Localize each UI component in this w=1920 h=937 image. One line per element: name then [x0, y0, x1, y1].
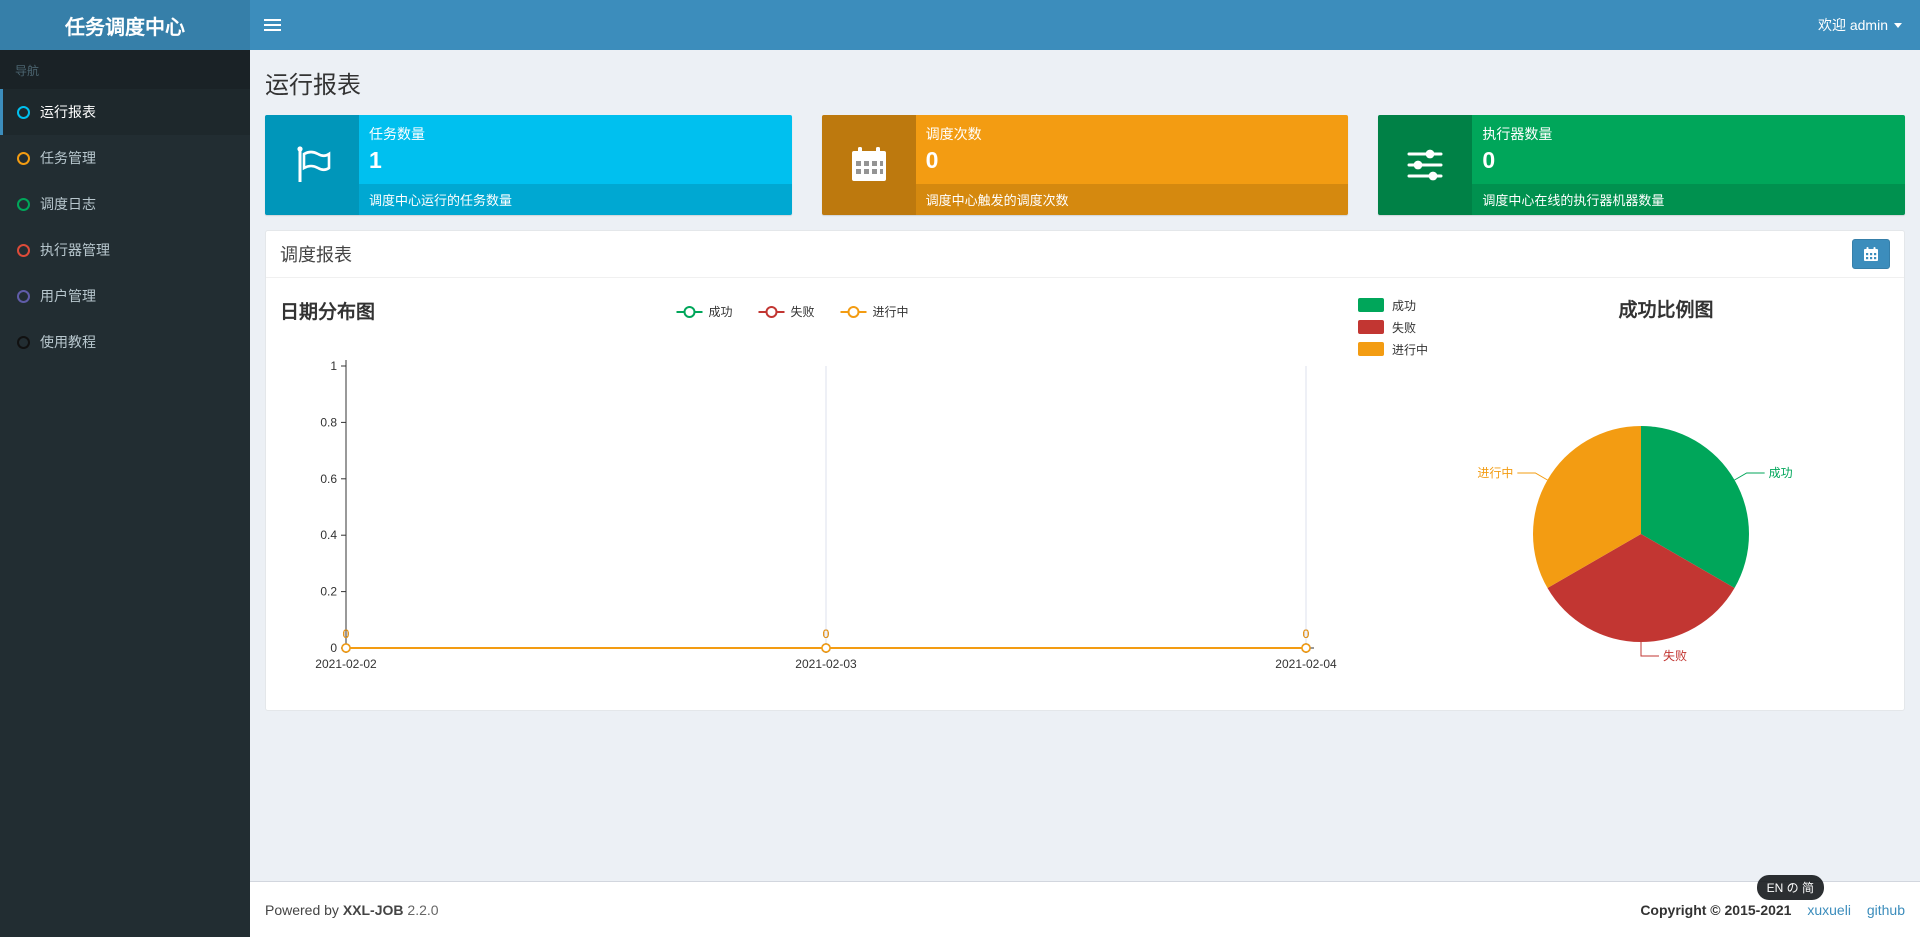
panel-title: 调度报表 [280, 245, 352, 265]
panel-header: 调度报表 [266, 231, 1904, 278]
svg-text:失败: 失败 [1663, 648, 1687, 663]
svg-text:进行中: 进行中 [873, 304, 909, 319]
svg-text:日期分布图: 日期分布图 [280, 300, 375, 323]
svg-text:2021-02-04: 2021-02-04 [1275, 657, 1337, 671]
sidebar-item-label: 调度日志 [40, 196, 96, 212]
info-box-description: 调度中心触发的调度次数 [915, 184, 1349, 215]
svg-text:失败: 失败 [1392, 320, 1416, 335]
sidebar-toggle-button[interactable] [250, 0, 295, 50]
info-box-value: 0 [1482, 147, 1496, 173]
info-box-executor-count: 执行器数量 0 调度中心在线的执行器机器数量 [1378, 115, 1906, 215]
svg-text:2021-02-03: 2021-02-03 [795, 657, 857, 671]
date-range-picker-button[interactable] [1852, 239, 1890, 269]
copyright-text: Copyright © 2015-2021 [1640, 901, 1792, 918]
svg-text:0: 0 [1303, 627, 1310, 641]
sidebar-item-label: 任务管理 [40, 150, 96, 166]
sidebar-item-run-report[interactable]: 运行报表 [0, 89, 250, 135]
circle-icon [17, 289, 30, 303]
footer-copyright: Copyright © 2015-2021 xuxueli github [1640, 902, 1905, 918]
svg-text:0.8: 0.8 [320, 415, 337, 429]
info-box-job-count: 任务数量 1 调度中心运行的任务数量 [265, 115, 792, 215]
date-distribution-chart: 日期分布图 成功 失败 进行中 0 0.2 0.4 0.6 0.8 1 2021-02-02 2021… [266, 286, 1346, 696]
circle-icon [17, 243, 30, 257]
sidebar-item-label: 运行报表 [40, 104, 96, 120]
svg-text:进行中: 进行中 [1392, 342, 1428, 357]
chevron-down-icon [1894, 22, 1902, 28]
sidebar-item-job-manage[interactable]: 任务管理 [0, 135, 250, 181]
sidebar-item-job-log[interactable]: 调度日志 [0, 181, 250, 227]
panel-body: 日期分布图 成功 失败 进行中 0 0.2 0.4 0.6 0.8 1 2021-02-02 2021… [266, 278, 1904, 710]
sidebar-item-label: 执行器管理 [40, 242, 110, 258]
link-xuxueli[interactable]: xuxueli [1807, 902, 1851, 918]
sidebar-nav-label: 导航 [0, 50, 250, 89]
svg-text:0: 0 [330, 641, 337, 655]
sidebar: 导航 运行报表 任务管理 调度日志 执行器管理 用户管理 使用教程 [0, 50, 250, 937]
user-dropdown[interactable]: 欢迎 admin [1800, 0, 1920, 50]
info-box-label: 调度次数 [925, 126, 982, 142]
hamburger-icon [264, 19, 281, 21]
brand-name: XXL-JOB [342, 901, 404, 918]
app-logo-title: 任务调度中心 [65, 16, 185, 39]
flag-icon [265, 115, 359, 215]
footer-powered-by: Powered by XXL-JOB 2.2.0 [265, 901, 439, 918]
link-github[interactable]: github [1867, 902, 1905, 918]
dispatch-report-panel: 调度报表 日期分布图 成功 失败 进行中 0 0.2 0.4 0.6 0.8 1 2021-02-0… [265, 230, 1905, 711]
top-navbar: 欢迎 admin [250, 0, 1920, 50]
info-box-description: 调度中心在线的执行器机器数量 [1472, 184, 1906, 215]
translate-extension-badge[interactable]: EN の 简 [1756, 875, 1824, 900]
circle-icon [17, 335, 30, 349]
sliders-icon [1378, 115, 1473, 215]
welcome-text: 欢迎 admin [1817, 17, 1888, 33]
page-title: 运行报表 [265, 72, 361, 99]
circle-icon [17, 105, 30, 119]
sidebar-item-label: 使用教程 [40, 334, 96, 350]
svg-text:成功: 成功 [709, 305, 733, 319]
info-box-label: 任务数量 [369, 126, 425, 142]
info-box-value: 1 [369, 147, 382, 173]
calendar-icon [1864, 247, 1878, 261]
footer: Powered by XXL-JOB 2.2.0 Copyright © 201… [250, 881, 1920, 937]
svg-text:进行中: 进行中 [1477, 465, 1513, 480]
svg-text:2021-02-02: 2021-02-02 [315, 657, 377, 671]
info-box-label: 执行器数量 [1482, 126, 1553, 142]
calendar-icon [821, 115, 916, 215]
version-number: 2.2.0 [407, 901, 439, 918]
sidebar-item-label: 用户管理 [40, 288, 96, 304]
svg-text:成功比例图: 成功比例图 [1618, 298, 1713, 321]
sidebar-item-executor-manage[interactable]: 执行器管理 [0, 227, 250, 273]
svg-text:0: 0 [823, 627, 830, 641]
app-logo[interactable]: 任务调度中心 [0, 0, 250, 50]
success-ratio-chart: 成功 失败 进行中 成功比例图 成功 失败 进行中 [1346, 286, 1904, 696]
svg-text:成功: 成功 [1392, 299, 1416, 313]
info-box-trigger-count: 调度次数 0 调度中心触发的调度次数 [821, 115, 1349, 215]
svg-text:0.2: 0.2 [320, 585, 337, 599]
sidebar-item-user-manage[interactable]: 用户管理 [0, 273, 250, 319]
circle-icon [17, 151, 30, 165]
sidebar-item-help[interactable]: 使用教程 [0, 319, 250, 365]
svg-text:1: 1 [330, 359, 337, 373]
info-box-value: 0 [925, 147, 939, 173]
svg-text:失败: 失败 [791, 304, 815, 319]
circle-icon [17, 197, 30, 211]
svg-text:0: 0 [343, 627, 350, 641]
svg-text:成功: 成功 [1769, 466, 1793, 480]
info-box-row: 任务数量 1 调度中心运行的任务数量 调度次数 0 调度中心触发的调度次数 执行… [250, 115, 1920, 215]
svg-text:0.6: 0.6 [320, 472, 337, 486]
info-box-description: 调度中心运行的任务数量 [359, 184, 792, 215]
content-area: 运行报表 任务数量 1 调度中心运行的任务数量 调度次数 0 调度中心触发的调度… [250, 50, 1920, 881]
svg-text:0.4: 0.4 [320, 528, 337, 542]
